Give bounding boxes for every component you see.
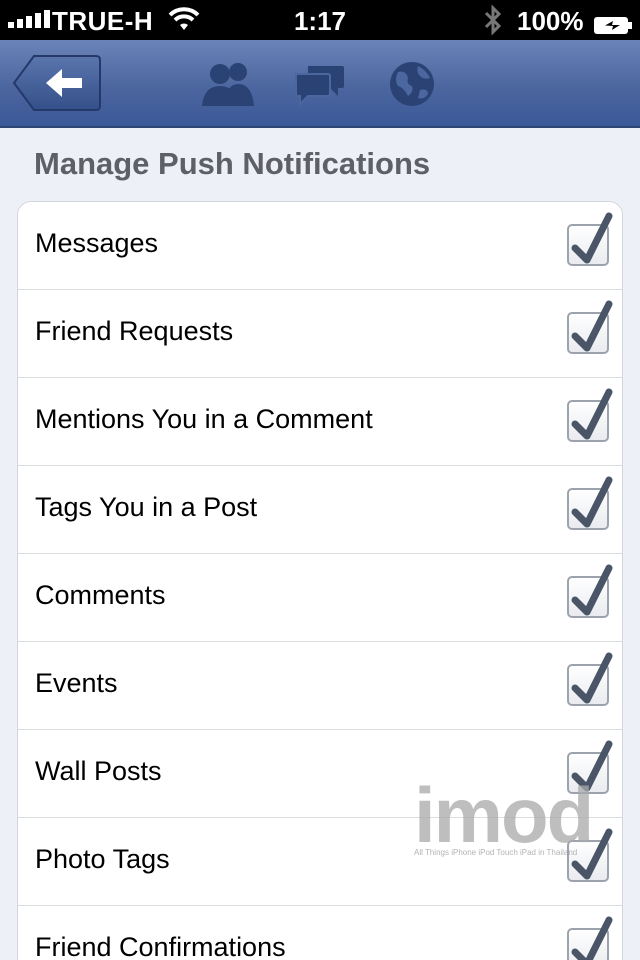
navigation-bar xyxy=(0,40,640,128)
globe-icon[interactable] xyxy=(388,60,436,113)
status-bar: TRUE-H 1:17 100% xyxy=(0,0,640,40)
messages-icon[interactable] xyxy=(294,60,346,113)
settings-row[interactable]: Tags You in a Post xyxy=(18,466,622,554)
settings-row-label: Friend Confirmations xyxy=(35,932,286,960)
settings-row-label: Photo Tags xyxy=(35,844,170,874)
checkbox[interactable] xyxy=(567,300,613,354)
settings-row-label: Events xyxy=(35,668,118,698)
battery-charging-icon xyxy=(593,11,633,34)
settings-row-label: Tags You in a Post xyxy=(35,492,258,522)
checkmark-icon xyxy=(571,212,613,264)
bluetooth-icon xyxy=(482,4,504,43)
checkbox[interactable] xyxy=(567,476,613,530)
watermark-tagline: All Things iPhone iPod Touch iPad in Tha… xyxy=(414,848,578,857)
settings-row[interactable]: Friend Requests xyxy=(18,290,622,378)
settings-row-label: Friend Requests xyxy=(35,316,234,346)
settings-row[interactable]: Mentions You in a Comment xyxy=(18,378,622,466)
checkbox[interactable] xyxy=(567,212,613,266)
settings-row-label: Mentions You in a Comment xyxy=(35,404,373,434)
checkmark-icon xyxy=(571,388,613,440)
settings-row[interactable]: Comments xyxy=(18,554,622,642)
settings-row-label: Messages xyxy=(35,228,159,258)
settings-row[interactable]: Events xyxy=(18,642,622,730)
checkbox[interactable] xyxy=(567,652,613,706)
battery-percent: 100% xyxy=(517,6,584,36)
checkmark-icon xyxy=(571,916,613,960)
page-title: Manage Push Notifications xyxy=(34,146,431,181)
checkmark-icon xyxy=(571,476,613,528)
settings-row-label: Wall Posts xyxy=(35,756,162,786)
friends-icon[interactable] xyxy=(200,60,256,113)
checkmark-icon xyxy=(571,652,613,704)
settings-row[interactable]: Friend Confirmations xyxy=(18,906,622,960)
back-button[interactable] xyxy=(12,54,102,112)
settings-row-label: Comments xyxy=(35,580,166,610)
checkmark-icon xyxy=(571,300,613,352)
checkbox[interactable] xyxy=(567,388,613,442)
checkmark-icon xyxy=(571,564,613,616)
settings-row[interactable]: Messages xyxy=(18,202,622,290)
checkbox[interactable] xyxy=(567,916,613,960)
checkbox[interactable] xyxy=(567,564,613,618)
imod-watermark: imod All Things iPhone iPod Touch iPad i… xyxy=(412,770,640,870)
